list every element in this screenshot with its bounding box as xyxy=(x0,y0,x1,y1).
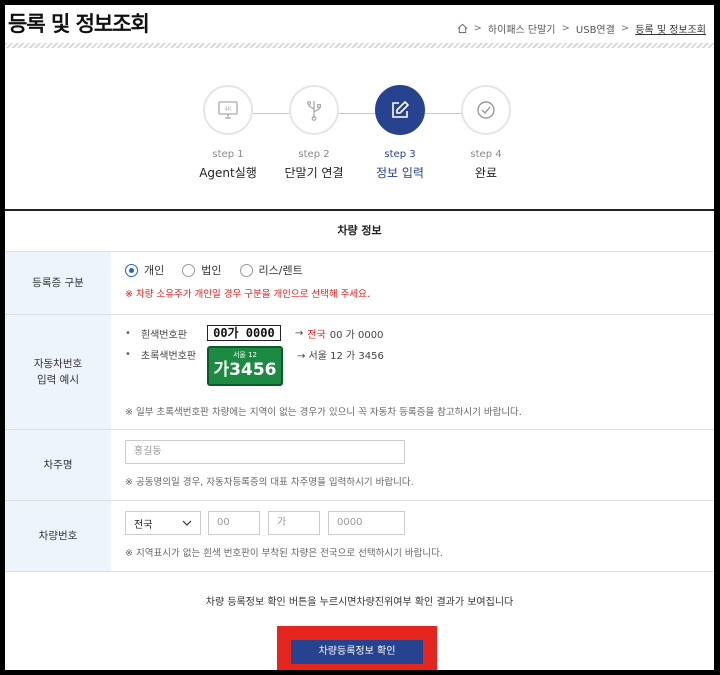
row-plate-example: 자동차번호 입력 예시 • 흰색번호판 00가 0000 → 전국 00 가 0… xyxy=(5,315,714,430)
region-select-value: 전국 xyxy=(134,519,153,531)
white-plate-result: 00 가 0000 xyxy=(329,329,384,341)
radio-label: 법인 xyxy=(201,264,222,277)
monitor-4k-icon: 4K xyxy=(218,101,238,119)
step-label: 완료 xyxy=(474,166,498,180)
chevron-right-icon: > xyxy=(620,23,630,34)
row-label: 자동차번호 입력 예시 xyxy=(5,315,111,429)
row-content: • 흰색번호판 00가 0000 → 전국 00 가 0000 • 초록색번호판… xyxy=(111,315,714,429)
row-label-line: 자동차번호 xyxy=(33,358,83,370)
step-1: 4K step 1 Agent실행 xyxy=(178,85,278,181)
example-note: ※ 일부 초록색번호판 차량에는 지역이 없는 경우가 있으니 꼭 자동차 등록… xyxy=(125,407,522,418)
breadcrumb-item-current[interactable]: 등록 및 정보조회 xyxy=(635,21,706,36)
step-circle: 4K xyxy=(203,85,253,135)
white-plate-image: 00가 0000 xyxy=(206,325,281,341)
radio-corporate[interactable]: 법인 xyxy=(182,262,222,278)
page-frame: 등록 및 정보조회 > 하이패스 단말기 > USB연결 > 등록 및 정보조회… xyxy=(5,5,714,670)
header-divider xyxy=(5,43,714,48)
step-number: step 3 xyxy=(384,149,416,160)
green-plate-label: 초록색번호판 xyxy=(140,351,197,362)
row-label: 등록증 구분 xyxy=(5,252,111,314)
chevron-right-icon: > xyxy=(561,23,570,34)
step-number: step 2 xyxy=(298,149,330,160)
reg-type-note: ※ 차량 소유주가 개인일 경우 구분을 개인으로 선택해 주세요. xyxy=(125,289,370,300)
row-owner: 차주명 홍길동 ※ 공동명의일 경우, 자동차등록증의 대표 차주명을 입력하시… xyxy=(5,430,714,501)
row-content: 홍길동 ※ 공동명의일 경우, 자동차등록증의 대표 차주명을 입력하시기 바랍… xyxy=(111,430,714,500)
chevron-right-icon: > xyxy=(473,23,482,34)
step-number: step 1 xyxy=(212,149,244,160)
svg-text:4K: 4K xyxy=(224,107,231,113)
step-circle-active xyxy=(375,85,425,135)
radio-lease-rent[interactable]: 리스/렌트 xyxy=(239,262,303,278)
radio-label: 리스/렌트 xyxy=(258,264,303,277)
example-white: • 흰색번호판 00가 0000 → 전국 00 가 0000 xyxy=(125,325,383,341)
row-content: 개인 법인 리스/렌트 ※ 차량 소유주가 개인일 경우 구분을 개인으로 선택… xyxy=(111,252,714,314)
step-circle xyxy=(289,85,339,135)
row-plate-number: 차량번호 전국 00 가 0000 ※ 지역표시가 없는 흰색 번호판이 부착된… xyxy=(5,501,714,572)
home-icon[interactable] xyxy=(457,23,468,34)
bullet: • xyxy=(125,349,131,360)
vehicle-info-form: 차량 정보 등록증 구분 개인 법인 리스/렌트 ※ 차량 소유주가 개인일 경… xyxy=(5,209,714,572)
plate-num2-input[interactable]: 0000 xyxy=(328,511,405,535)
row-label: 차량번호 xyxy=(5,501,111,571)
confirm-vehicle-button[interactable]: 차량등록정보 확인 xyxy=(291,640,423,664)
chevron-down-icon xyxy=(182,520,192,526)
page-title: 등록 및 정보조회 xyxy=(8,12,150,36)
example-green: • 초록색번호판 xyxy=(125,347,207,362)
step-number: step 4 xyxy=(470,149,502,160)
owner-note: ※ 공동명의일 경우, 자동차등록증의 대표 차주명을 입력하시기 바랍니다. xyxy=(125,477,414,488)
usb-icon xyxy=(306,100,322,121)
white-plate-label: 흰색번호판 xyxy=(140,329,187,341)
reg-type-radio-group: 개인 법인 리스/렌트 xyxy=(125,252,714,278)
confirm-highlight: 차량등록정보 확인 xyxy=(277,626,437,670)
check-circle-icon xyxy=(477,101,495,119)
breadcrumb-item[interactable]: USB연결 xyxy=(576,21,615,36)
radio-dot[interactable] xyxy=(239,263,253,277)
white-plate-region: 전국 xyxy=(307,329,326,341)
radio-label: 개인 xyxy=(144,264,165,277)
section-title: 차량 정보 xyxy=(5,211,714,252)
edit-icon xyxy=(392,101,409,118)
row-label-line: 입력 예시 xyxy=(37,374,79,386)
step-label: 정보 입력 xyxy=(376,166,424,180)
radio-dot[interactable] xyxy=(182,263,196,277)
radio-dot[interactable] xyxy=(125,263,138,277)
bullet: • xyxy=(125,327,131,339)
breadcrumb: > 하이패스 단말기 > USB연결 > 등록 및 정보조회 xyxy=(457,21,706,36)
green-plate-bottom: 가3456 xyxy=(213,360,277,380)
step-3: step 3 정보 입력 xyxy=(350,85,450,181)
plate-num1-input[interactable]: 00 xyxy=(208,511,260,535)
green-plate-top: 서울 12 xyxy=(232,351,257,359)
green-plate-image: 서울 12 가3456 xyxy=(207,346,283,386)
step-4: step 4 완료 xyxy=(436,85,536,181)
row-reg-type: 등록증 구분 개인 법인 리스/렌트 ※ 차량 소유주가 개인일 경우 구분을 … xyxy=(5,252,714,315)
plate-note: ※ 지역표시가 없는 흰색 번호판이 부착된 차량은 전국으로 선택하시기 바랍… xyxy=(125,548,443,559)
confirm-instruction: 차량 등록정보 확인 버튼을 누르시면차량진위여부 확인 결과가 보여집니다 xyxy=(205,597,514,608)
step-2: step 2 단말기 연결 xyxy=(264,85,364,181)
step-label: Agent실행 xyxy=(199,166,257,180)
region-select[interactable]: 전국 xyxy=(125,511,201,535)
radio-individual[interactable]: 개인 xyxy=(125,262,164,278)
row-content: 전국 00 가 0000 ※ 지역표시가 없는 흰색 번호판이 부착된 차량은 … xyxy=(111,501,714,571)
step-circle xyxy=(461,85,511,135)
breadcrumb-item[interactable]: 하이패스 단말기 xyxy=(488,21,556,36)
plate-char-input[interactable]: 가 xyxy=(268,511,320,535)
step-label: 단말기 연결 xyxy=(284,166,344,180)
owner-name-input[interactable]: 홍길동 xyxy=(125,440,405,464)
progress-stepper: 4K step 1 Agent실행 step 2 단말기 연결 step 3 정… xyxy=(5,85,714,195)
white-plate-arrow: → xyxy=(294,327,304,339)
row-label: 차주명 xyxy=(5,430,111,500)
green-plate-result: → 서울 12 가 3456 xyxy=(297,351,384,362)
